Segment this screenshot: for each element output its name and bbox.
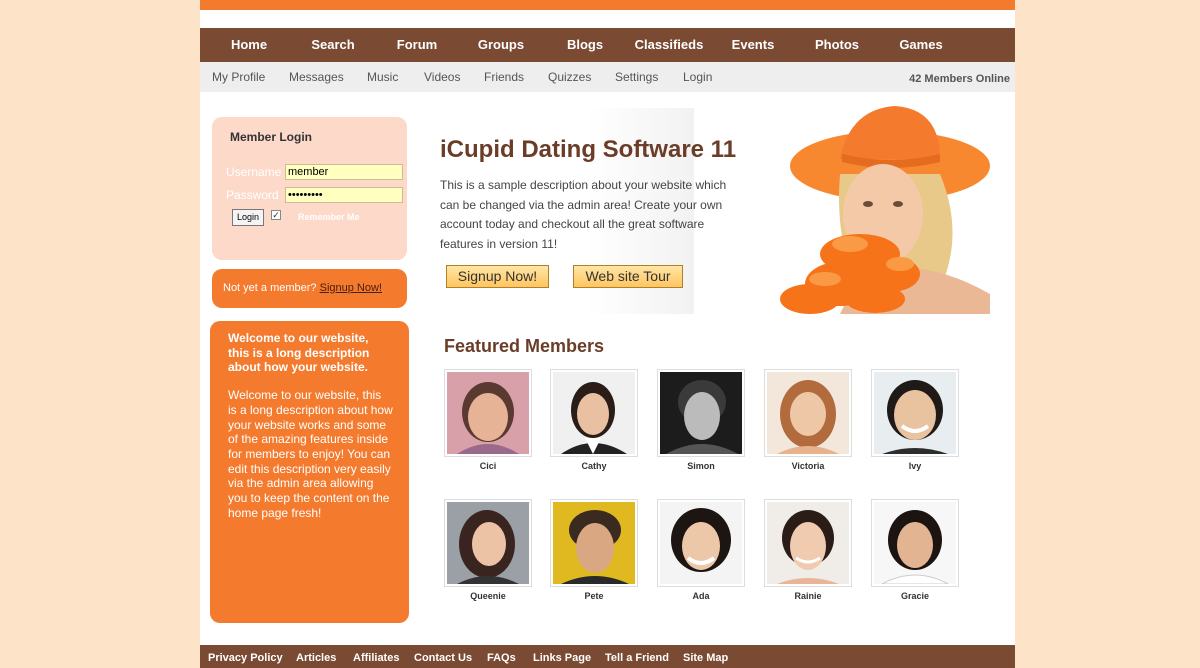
member-card[interactable]: Pete <box>550 499 638 601</box>
member-login-box: Member Login Username member Password ••… <box>212 117 407 260</box>
signup-now-button[interactable]: Signup Now! <box>446 265 549 288</box>
member-card[interactable]: Rainie <box>764 499 852 601</box>
nav-photos[interactable]: Photos <box>795 28 879 62</box>
hero-description: This is a sample description about your … <box>440 178 727 252</box>
member-name: Queenie <box>470 591 506 601</box>
member-card[interactable]: Ada <box>657 499 745 601</box>
hero-title: iCupid Dating Software 11 <box>440 136 737 163</box>
member-photo <box>447 502 529 584</box>
login-button[interactable]: Login <box>232 209 264 226</box>
member-photo <box>553 372 635 454</box>
footer-nav: Privacy Policy Articles Affiliates Conta… <box>200 645 1015 668</box>
member-photo <box>767 502 849 584</box>
footer-faqs[interactable]: FAQs <box>487 645 516 668</box>
remember-me-checkbox[interactable]: ✓ <box>271 210 281 220</box>
top-accent-bar <box>200 0 1015 10</box>
member-card[interactable]: Victoria <box>764 369 852 471</box>
sub-nav: My Profile Messages Music Videos Friends… <box>200 62 1015 92</box>
member-name: Pete <box>584 591 604 601</box>
member-photo <box>660 372 742 454</box>
subnav-friends[interactable]: Friends <box>484 62 524 92</box>
nav-games[interactable]: Games <box>879 28 963 62</box>
subnav-login[interactable]: Login <box>683 62 712 92</box>
member-photo <box>553 502 635 584</box>
welcome-body: Welcome to our website, this is a long d… <box>228 388 393 520</box>
member-photo <box>660 502 742 584</box>
signup-now-link[interactable]: Signup Now! <box>320 282 382 294</box>
password-label: Password <box>226 188 279 202</box>
footer-articles[interactable]: Articles <box>296 645 336 668</box>
nav-groups[interactable]: Groups <box>459 28 543 62</box>
nav-home[interactable]: Home <box>207 28 291 62</box>
footer-affiliates[interactable]: Affiliates <box>353 645 399 668</box>
signup-strip: Not yet a member? Signup Now! <box>212 269 407 308</box>
member-name: Cathy <box>581 461 607 471</box>
featured-members-title: Featured Members <box>444 336 605 356</box>
nav-blogs[interactable]: Blogs <box>543 28 627 62</box>
main-nav: Home Search Forum Groups Blogs Classifie… <box>200 28 1015 62</box>
password-input[interactable]: ••••••••• <box>285 187 403 203</box>
subnav-quizzes[interactable]: Quizzes <box>548 62 591 92</box>
member-name: Gracie <box>900 591 930 601</box>
member-card[interactable]: Cici <box>444 369 532 471</box>
footer-contact-us[interactable]: Contact Us <box>414 645 472 668</box>
nav-events[interactable]: Events <box>711 28 795 62</box>
member-card[interactable]: Cathy <box>550 369 638 471</box>
subnav-messages[interactable]: Messages <box>289 62 344 92</box>
login-title: Member Login <box>230 130 313 144</box>
welcome-heading: Welcome to our website, this is a long d… <box>228 331 370 375</box>
website-tour-button[interactable]: Web site Tour <box>573 265 683 288</box>
member-card[interactable]: Gracie <box>871 499 959 601</box>
footer-privacy-policy[interactable]: Privacy Policy <box>208 645 283 668</box>
member-card[interactable]: Queenie <box>444 499 532 601</box>
member-name: Simon <box>687 461 715 471</box>
username-label: Username <box>226 165 282 179</box>
subnav-music[interactable]: Music <box>367 62 398 92</box>
username-input[interactable]: member <box>285 164 403 180</box>
member-name: Ada <box>692 591 710 601</box>
member-card[interactable]: Simon <box>657 369 745 471</box>
member-photo <box>447 372 529 454</box>
nav-search[interactable]: Search <box>291 28 375 62</box>
footer-links-page[interactable]: Links Page <box>533 645 591 668</box>
member-card[interactable]: Ivy <box>871 369 959 471</box>
remember-me-label: Remember Me <box>298 212 360 222</box>
member-name: Rainie <box>794 591 822 601</box>
subnav-videos[interactable]: Videos <box>424 62 460 92</box>
page: Home Search Forum Groups Blogs Classifie… <box>200 0 1015 668</box>
member-photo <box>874 372 956 454</box>
members-online-count: 42 Members Online <box>909 73 1010 85</box>
signup-prompt: Not yet a member? <box>223 282 317 294</box>
nav-classifieds[interactable]: Classifieds <box>627 28 711 62</box>
subnav-my-profile[interactable]: My Profile <box>212 62 265 92</box>
welcome-panel: Welcome to our website, this is a long d… <box>210 321 409 623</box>
footer-site-map[interactable]: Site Map <box>683 645 728 668</box>
member-name: Cici <box>479 461 497 471</box>
member-name: Victoria <box>791 461 825 471</box>
nav-forum[interactable]: Forum <box>375 28 459 62</box>
hero-model-photo <box>780 106 990 314</box>
footer-tell-a-friend[interactable]: Tell a Friend <box>605 645 669 668</box>
member-photo <box>767 372 849 454</box>
member-name: Ivy <box>908 461 922 471</box>
member-photo <box>874 502 956 584</box>
subnav-settings[interactable]: Settings <box>615 62 658 92</box>
